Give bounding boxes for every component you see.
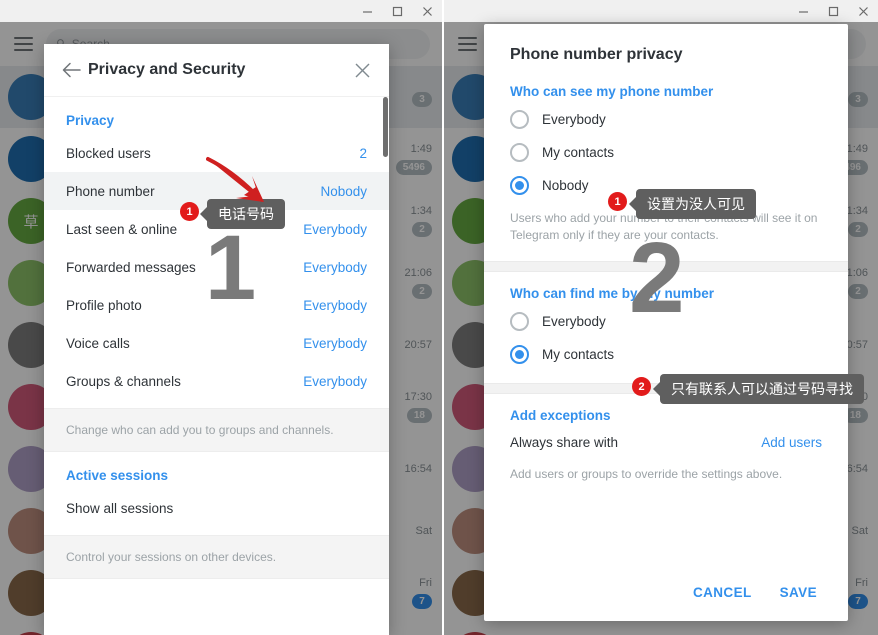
maximize-icon[interactable] xyxy=(382,0,412,22)
annotation-badge-1-right: 1 xyxy=(608,192,627,211)
privacy-row-value: Everybody xyxy=(303,259,367,275)
groups-hint: Change who can add you to groups and cha… xyxy=(44,408,389,452)
tooltip-phone-number: 电话号码 xyxy=(200,199,285,229)
privacy-row-label: Profile photo xyxy=(66,297,142,313)
sessions-hint: Control your sessions on other devices. xyxy=(44,535,389,579)
sessions-section: Active sessions Show all sessions xyxy=(44,452,389,535)
who-can-see-title: Who can see my phone number xyxy=(510,84,714,99)
minimize-icon[interactable] xyxy=(788,0,818,22)
step-1-watermark: 1 xyxy=(205,217,257,319)
cancel-button[interactable]: CANCEL xyxy=(684,578,761,607)
scrollbar-thumb[interactable] xyxy=(383,97,388,157)
privacy-section-title: Privacy xyxy=(66,113,115,128)
exceptions-note: Add users or groups to override the sett… xyxy=(510,466,783,481)
close-icon[interactable] xyxy=(412,0,442,22)
telegram-window-left: ⚲ Search 31:495496草1:34221:06220:5717:30… xyxy=(0,0,442,635)
active-sessions-title[interactable]: Active sessions xyxy=(44,452,389,489)
privacy-row-value: Everybody xyxy=(303,373,367,389)
scrollbar-track[interactable] xyxy=(382,97,389,635)
radio-unselected-icon[interactable] xyxy=(510,143,529,162)
radio-option-my-contacts[interactable]: My contacts xyxy=(484,136,848,169)
privacy-row-voice-calls[interactable]: Voice calls Everybody xyxy=(44,324,389,362)
privacy-row-value: Everybody xyxy=(303,297,367,313)
save-button[interactable]: SAVE xyxy=(771,578,826,607)
privacy-row-blocked-users[interactable]: Blocked users 2 xyxy=(44,134,389,172)
always-share-with-label: Always share with xyxy=(510,434,619,450)
tooltip-contacts-find: 只有联系人可以通过号码寻找 xyxy=(653,374,864,404)
add-users-button[interactable]: Add users xyxy=(761,435,822,450)
tooltip-set-nobody: 设置为没人可见 xyxy=(629,189,756,219)
privacy-row-label: Forwarded messages xyxy=(66,259,196,275)
radio-selected-icon[interactable] xyxy=(510,176,529,195)
privacy-row-label: Voice calls xyxy=(66,335,130,351)
always-share-with-row[interactable]: Always share with Add users xyxy=(484,427,848,458)
show-all-sessions-label: Show all sessions xyxy=(66,500,174,516)
dialog-title: Phone number privacy xyxy=(510,46,683,63)
page-title: Privacy and Security xyxy=(88,61,246,78)
radio-option-label: My contacts xyxy=(542,346,615,362)
privacy-row-value: 2 xyxy=(359,145,367,161)
dialog-body: Privacy Blocked users 2 Phone number Nobody… xyxy=(44,97,389,635)
privacy-row-label: Phone number xyxy=(66,183,155,199)
radio-option-my-contacts[interactable]: My contacts xyxy=(484,338,848,371)
radio-option-label: My contacts xyxy=(542,145,615,160)
annotation-badge-2-right: 2 xyxy=(632,377,651,396)
radio-option-label: Everybody xyxy=(542,313,606,329)
who-can-see-options: Everybody My contacts Nobody xyxy=(484,103,848,202)
privacy-row-value: Nobody xyxy=(320,183,367,199)
privacy-row-label: Blocked users xyxy=(66,145,151,161)
radio-option-everybody[interactable]: Everybody xyxy=(484,103,848,136)
dialog-header: Privacy and Security xyxy=(44,44,389,97)
privacy-row-value: Everybody xyxy=(303,221,367,237)
step-2-watermark: 2 xyxy=(629,222,685,334)
radio-option-label: Nobody xyxy=(542,178,589,193)
close-icon[interactable] xyxy=(848,0,878,22)
screenshot-root: ⚲ Search 31:495496草1:34221:06220:5717:30… xyxy=(0,0,878,635)
maximize-icon[interactable] xyxy=(818,0,848,22)
close-icon[interactable] xyxy=(349,63,375,78)
titlebar-left xyxy=(0,0,442,22)
radio-unselected-icon[interactable] xyxy=(510,311,529,331)
privacy-row-groups-channels[interactable]: Groups & channels Everybody xyxy=(44,362,389,400)
radio-unselected-icon[interactable] xyxy=(510,110,529,129)
privacy-row-label: Groups & channels xyxy=(66,373,181,389)
radio-selected-icon[interactable] xyxy=(510,344,529,364)
back-arrow-icon[interactable] xyxy=(54,62,88,78)
minimize-icon[interactable] xyxy=(352,0,382,22)
telegram-window-right: ⚲ Search 31:4954961:34221:06220:5717:301… xyxy=(444,0,878,635)
privacy-row-value: Everybody xyxy=(303,335,367,351)
privacy-and-security-dialog: Privacy and Security Privacy Blocked use… xyxy=(44,44,389,635)
dialog-actions: CANCEL SAVE xyxy=(484,563,848,621)
show-all-sessions-row[interactable]: Show all sessions xyxy=(44,489,389,527)
radio-option-label: Everybody xyxy=(542,112,606,127)
titlebar-right xyxy=(444,0,878,22)
annotation-badge-1-left: 1 xyxy=(180,202,199,221)
